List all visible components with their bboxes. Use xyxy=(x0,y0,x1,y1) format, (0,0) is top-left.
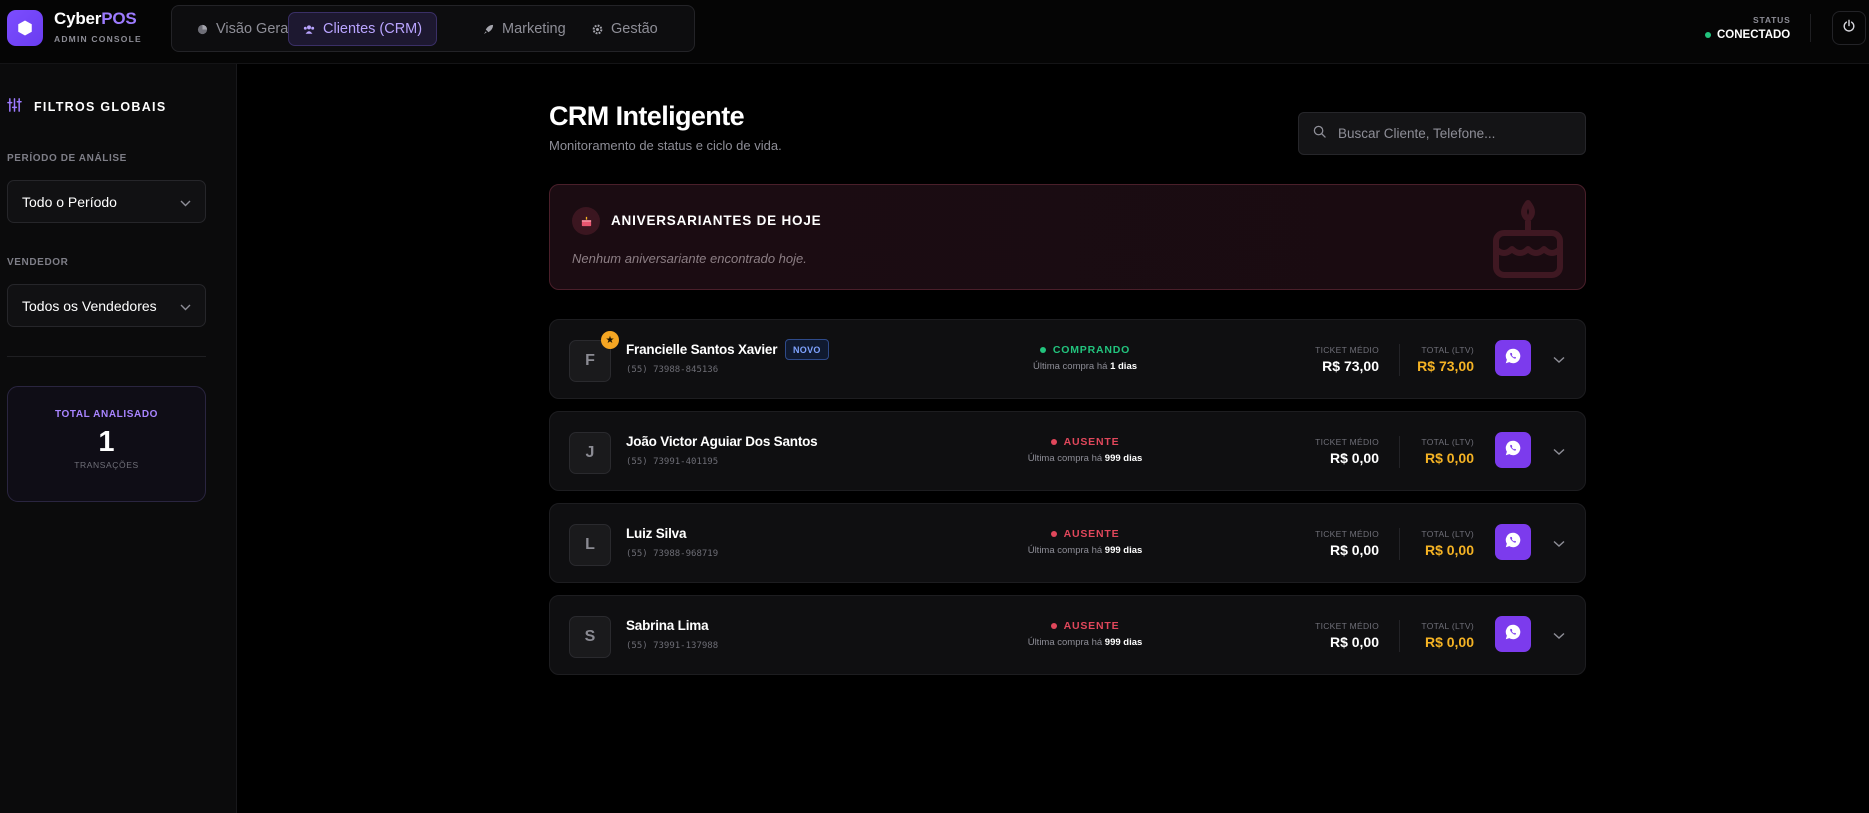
divider xyxy=(7,356,206,357)
last-purchase: Última compra há 999 dias xyxy=(1027,453,1143,464)
tab-marketing[interactable]: Marketing xyxy=(468,12,580,46)
expand-chevron-icon[interactable] xyxy=(1553,351,1565,369)
search-icon xyxy=(1313,125,1326,143)
logout-button[interactable] xyxy=(1832,11,1866,45)
client-phone: (55) 73991-137988 xyxy=(626,641,719,651)
cake-icon xyxy=(572,207,600,235)
client-phone: (55) 73991-401195 xyxy=(626,457,719,467)
client-phone: (55) 73988-845136 xyxy=(626,365,719,375)
chevron-down-icon xyxy=(180,298,191,314)
main-nav: Visão Geral Clientes (CRM) Marketing Ges… xyxy=(171,5,695,52)
filters-title: FILTROS GLOBAIS xyxy=(7,98,166,115)
avatar: J xyxy=(569,432,611,474)
whatsapp-button[interactable] xyxy=(1495,340,1531,376)
client-row[interactable]: J João Victor Aguiar Dos Santos (55) 739… xyxy=(549,411,1586,491)
client-status: AUSENTE Última compra há 999 dias xyxy=(1010,528,1160,556)
client-name: Sabrina Lima xyxy=(626,618,709,633)
seller-select[interactable]: Todos os Vendedores xyxy=(7,284,206,327)
birthday-panel: ANIVERSARIANTES DE HOJE Nenhum aniversar… xyxy=(549,184,1586,290)
client-row[interactable]: S Sabrina Lima (55) 73991-137988 AUSENTE… xyxy=(549,595,1586,675)
total-ltv: TOTAL (LTV) R$ 73,00 xyxy=(1417,345,1474,374)
status-dot-icon xyxy=(1705,32,1711,38)
avatar: S xyxy=(569,616,611,658)
whatsapp-icon xyxy=(1504,347,1522,370)
app-name: CyberPOS xyxy=(54,9,137,28)
whatsapp-icon xyxy=(1504,531,1522,554)
client-status: AUSENTE Última compra há 999 dias xyxy=(1010,436,1160,464)
status-dot-icon xyxy=(1050,623,1057,629)
client-name: Luiz Silva xyxy=(626,526,687,541)
power-icon xyxy=(1842,19,1856,38)
status-dot-icon xyxy=(1039,347,1046,353)
client-status: COMPRANDO Última compra há 1 dias xyxy=(1010,344,1160,372)
page-title: CRM Inteligente xyxy=(549,101,745,131)
last-purchase: Última compra há 1 dias xyxy=(1032,361,1138,372)
new-badge: NOVO xyxy=(785,339,829,360)
ticket-medio: TICKET MÉDIO R$ 0,00 xyxy=(1315,529,1379,558)
app-subtitle: ADMIN CONSOLE xyxy=(54,34,142,44)
search-input[interactable] xyxy=(1338,126,1568,141)
divider xyxy=(1810,14,1811,42)
tab-clientes-crm[interactable]: Clientes (CRM) xyxy=(288,12,438,46)
expand-chevron-icon[interactable] xyxy=(1553,443,1565,461)
cube-logo-icon xyxy=(7,10,43,46)
client-phone: (55) 73988-968719 xyxy=(626,549,719,559)
expand-chevron-icon[interactable] xyxy=(1553,627,1565,645)
ticket-medio: TICKET MÉDIO R$ 0,00 xyxy=(1315,621,1379,650)
client-status: AUSENTE Última compra há 999 dias xyxy=(1010,620,1160,648)
period-select[interactable]: Todo o Período xyxy=(7,180,206,223)
status-dot-icon xyxy=(1050,439,1057,445)
divider xyxy=(1399,344,1400,376)
whatsapp-button[interactable] xyxy=(1495,616,1531,652)
ticket-medio: TICKET MÉDIO R$ 73,00 xyxy=(1315,345,1379,374)
star-icon: ★ xyxy=(601,331,619,349)
total-ltv: TOTAL (LTV) R$ 0,00 xyxy=(1421,621,1474,650)
rocket-icon xyxy=(482,23,494,35)
birthday-empty-message: Nenhum aniversariante encontrado hoje. xyxy=(572,251,807,266)
client-name: Francielle Santos Xavier xyxy=(626,342,778,357)
tab-visao-geral[interactable]: Visão Geral xyxy=(182,12,306,46)
top-bar: CyberPOS ADMIN CONSOLE Visão Geral Clien… xyxy=(0,0,1869,64)
client-name: João Victor Aguiar Dos Santos xyxy=(626,434,818,449)
divider xyxy=(1399,436,1400,468)
chart-pie-icon xyxy=(196,23,208,35)
connection-status: CONECTADO xyxy=(1705,29,1790,41)
page-subtitle: Monitoramento de status e ciclo de vida. xyxy=(549,138,782,153)
status-dot-icon xyxy=(1050,531,1057,537)
total-analyzed-card: TOTAL ANALISADO 1 TRANSAÇÕES xyxy=(7,386,206,502)
last-purchase: Última compra há 999 dias xyxy=(1027,545,1143,556)
whatsapp-icon xyxy=(1504,439,1522,462)
client-row[interactable]: F ★ Francielle Santos Xavier NOVO (55) 7… xyxy=(549,319,1586,399)
tab-gestao[interactable]: Gestão xyxy=(577,12,672,46)
status-label: STATUS xyxy=(1753,15,1791,25)
whatsapp-button[interactable] xyxy=(1495,524,1531,560)
users-icon xyxy=(303,23,315,35)
search-box xyxy=(1298,112,1586,155)
total-ltv: TOTAL (LTV) R$ 0,00 xyxy=(1421,529,1474,558)
sidebar: FILTROS GLOBAIS PERÍODO DE ANÁLISE Todo … xyxy=(0,64,237,813)
sliders-icon xyxy=(7,98,22,115)
whatsapp-button[interactable] xyxy=(1495,432,1531,468)
gear-icon xyxy=(591,23,603,35)
cake-decoration-icon xyxy=(1490,199,1566,286)
whatsapp-icon xyxy=(1504,623,1522,646)
ticket-medio: TICKET MÉDIO R$ 0,00 xyxy=(1315,437,1379,466)
last-purchase: Última compra há 999 dias xyxy=(1027,637,1143,648)
chevron-down-icon xyxy=(180,194,191,210)
total-count: 1 xyxy=(98,426,115,458)
divider xyxy=(1399,528,1400,560)
avatar: L xyxy=(569,524,611,566)
period-label: PERÍODO DE ANÁLISE xyxy=(7,153,127,164)
total-ltv: TOTAL (LTV) R$ 0,00 xyxy=(1421,437,1474,466)
divider xyxy=(1399,620,1400,652)
expand-chevron-icon[interactable] xyxy=(1553,535,1565,553)
client-row[interactable]: L Luiz Silva (55) 73988-968719 AUSENTE Ú… xyxy=(549,503,1586,583)
seller-label: VENDEDOR xyxy=(7,257,69,268)
